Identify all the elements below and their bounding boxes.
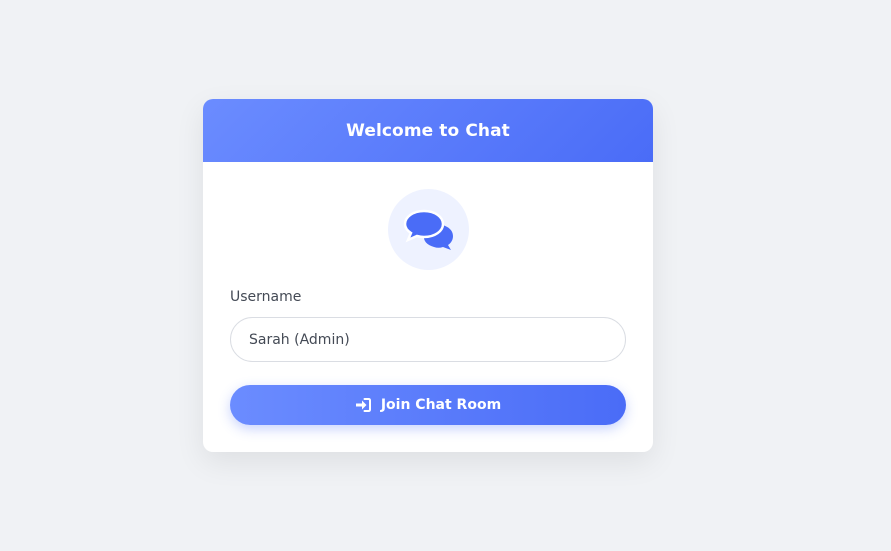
chat-logo [388, 189, 469, 270]
card-title: Welcome to Chat [346, 120, 510, 141]
sign-in-icon [355, 398, 371, 412]
card-header: Welcome to Chat [203, 99, 653, 162]
join-button-label: Join Chat Room [380, 397, 502, 413]
join-chat-room-button[interactable]: Join Chat Room [230, 385, 626, 425]
chat-bubbles-icon [403, 209, 453, 250]
login-card: Welcome to Chat Username Join Chat Room [203, 99, 653, 452]
username-input[interactable] [230, 317, 626, 362]
username-label: Username [230, 289, 302, 305]
